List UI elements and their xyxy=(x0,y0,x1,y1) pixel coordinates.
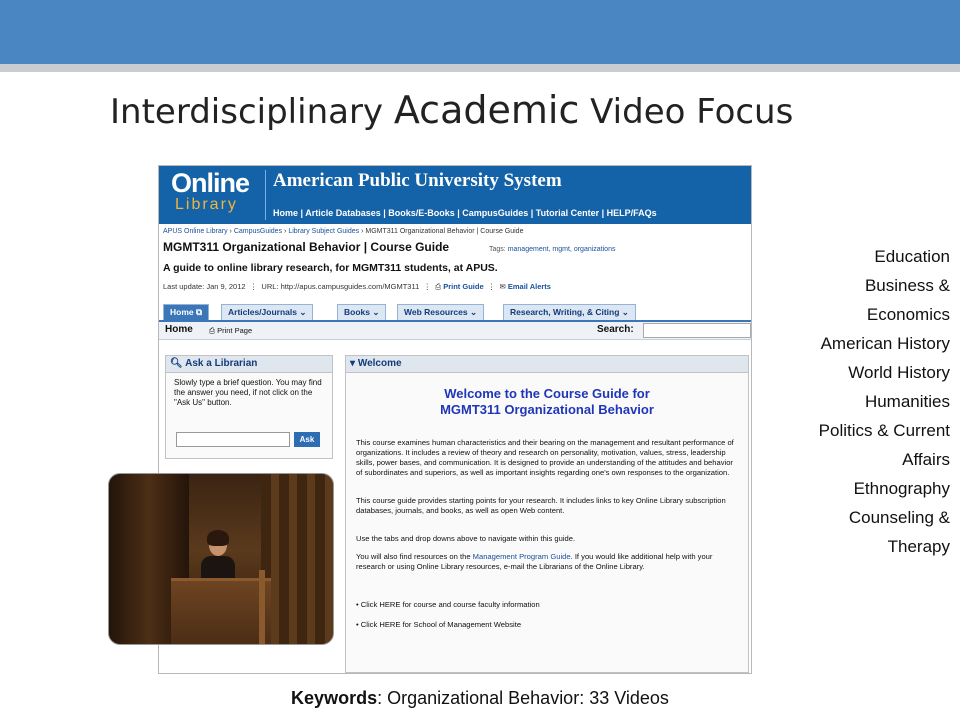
guide-tags: Tags: management, mgmt, organizations xyxy=(489,246,615,253)
tags-label: Tags: xyxy=(489,246,506,253)
guide-meta: Last update: Jan 9, 2012 ⋮ URL: http://a… xyxy=(163,282,551,291)
tab-research-writing-citing[interactable]: Research, Writing, & Citing ⌄ xyxy=(503,304,636,320)
print-page-label: Print Page xyxy=(217,326,253,335)
title-part-2: Academic xyxy=(393,88,580,132)
logo-divider xyxy=(265,170,266,220)
bullet-icon: • xyxy=(356,620,359,629)
welcome-paragraph-1: This course examines human characteristi… xyxy=(356,438,734,477)
speaker-hair xyxy=(207,530,229,546)
video-wood-panels xyxy=(261,474,333,644)
bullet-icon: • xyxy=(356,600,359,609)
tab-label: Books xyxy=(344,307,370,317)
guide-tabs: Home ⧉ Articles/Journals ⌄ Books ⌄ Web R… xyxy=(159,302,751,322)
topic-line: Economics xyxy=(866,305,950,324)
tab-home[interactable]: Home ⧉ xyxy=(163,304,210,320)
keywords-label: Keywords xyxy=(291,688,378,708)
title-part-3: Video Focus xyxy=(579,92,794,132)
topic-line: Education xyxy=(874,247,950,266)
podium-post xyxy=(259,570,265,644)
collapse-icon[interactable]: ▾ xyxy=(350,358,355,369)
tab-label: Articles/Journals xyxy=(228,307,297,317)
topic-line: World History xyxy=(848,363,950,382)
tab-articles-journals[interactable]: Articles/Journals ⌄ xyxy=(221,304,314,320)
ask-librarian-box: 🔍︎ Ask a Librarian Slowly type a brief q… xyxy=(165,355,333,459)
breadcrumb-item[interactable]: CampusGuides xyxy=(234,228,282,235)
site-title: American Public University System xyxy=(273,170,562,191)
logo-online[interactable]: Online xyxy=(171,168,250,199)
guide-url: URL: http://apus.campusguides.com/MGMT31… xyxy=(261,282,420,291)
topic-line: Therapy xyxy=(887,537,950,556)
ask-librarian-heading: 🔍︎ Ask a Librarian xyxy=(166,356,332,373)
topic-line: Politics & Current xyxy=(818,421,950,440)
ask-button[interactable]: Ask xyxy=(294,432,320,447)
keywords-text: : Organizational Behavior: 33 Videos xyxy=(377,688,669,708)
topic-line: American History xyxy=(820,334,950,353)
chevron-down-icon: ⌄ xyxy=(470,307,478,317)
tab-label: Home xyxy=(170,307,194,317)
search-input[interactable] xyxy=(643,323,751,338)
welcome-title-line-1: Welcome to the Course Guide for xyxy=(444,386,650,401)
topic-list: Education Business & Economics American … xyxy=(760,242,950,561)
last-update: Last update: Jan 9, 2012 xyxy=(163,282,246,291)
page-subbar: Home ⎙ Print Page Search: xyxy=(159,322,751,340)
chevron-down-icon: ⌄ xyxy=(299,307,307,317)
welcome-box: ▾ Welcome Welcome to the Course Guide fo… xyxy=(345,355,749,673)
podium xyxy=(171,578,271,644)
tags-links[interactable]: management, mgmt, organizations xyxy=(508,246,616,253)
bullet-1-label: Click HERE for course and course faculty… xyxy=(360,600,540,609)
top-nav-links[interactable]: Home | Article Databases | Books/E-Books… xyxy=(273,208,657,218)
tab-label: Research, Writing, & Citing xyxy=(510,307,620,317)
guide-title: MGMT311 Organizational Behavior | Course… xyxy=(163,240,450,254)
ask-instructions: Slowly type a brief question. You may fi… xyxy=(174,378,322,407)
subbar-home: Home xyxy=(165,324,193,335)
title-part-1: Interdisciplinary xyxy=(110,92,394,132)
top-banner-bar xyxy=(0,0,960,64)
printer-icon: ⎙ xyxy=(435,282,442,291)
topic-line: Business & xyxy=(864,276,950,295)
welcome-paragraph-4: You will also find resources on the Mana… xyxy=(356,552,738,572)
breadcrumb-item[interactable]: Library Subject Guides xyxy=(288,228,359,235)
slide-title: Interdisciplinary Academic Video Focus xyxy=(110,88,793,132)
print-page-link[interactable]: ⎙ Print Page xyxy=(209,326,252,336)
welcome-title-line-2: MGMT311 Organizational Behavior xyxy=(440,402,654,417)
top-banner-divider xyxy=(0,64,960,72)
email-alerts-link[interactable]: Email Alerts xyxy=(508,282,551,291)
welcome-heading: ▾ Welcome xyxy=(346,356,748,373)
tab-label: Web Resources xyxy=(404,307,468,317)
topic-line: Counseling & xyxy=(848,508,950,527)
mail-icon: ✉ xyxy=(499,282,506,291)
para4-text-a: You will also find resources on the xyxy=(356,552,473,561)
welcome-paragraph-2: This course guide provides starting poin… xyxy=(356,496,726,515)
breadcrumb-item[interactable]: APUS Online Library xyxy=(163,228,228,235)
keywords-caption: Keywords: Organizational Behavior: 33 Vi… xyxy=(0,688,960,709)
list-item[interactable]: • Click HERE for School of Management We… xyxy=(356,620,521,629)
printer-icon: ⎙ xyxy=(209,326,215,335)
guide-description: A guide to online library research, for … xyxy=(163,262,498,274)
welcome-title: Welcome to the Course Guide for MGMT311 … xyxy=(346,386,748,418)
search-label: Search: xyxy=(597,324,634,335)
welcome-heading-label: Welcome xyxy=(357,358,402,369)
breadcrumb-current: MGMT311 Organizational Behavior | Course… xyxy=(365,228,524,235)
print-guide-link[interactable]: Print Guide xyxy=(443,282,483,291)
list-item[interactable]: • Click HERE for course and course facul… xyxy=(356,600,540,609)
topic-line: Humanities xyxy=(864,392,950,411)
lecture-video-thumbnail[interactable] xyxy=(108,473,334,645)
tab-books[interactable]: Books ⌄ xyxy=(337,304,387,320)
search-icon: 🔍︎ xyxy=(170,358,183,369)
topic-line: Affairs xyxy=(902,450,950,469)
ask-question-input[interactable] xyxy=(176,432,290,447)
chevron-down-icon: ⌄ xyxy=(372,307,380,317)
management-program-guide-link[interactable]: Management Program Guide xyxy=(473,552,571,561)
breadcrumb: APUS Online Library › CampusGuides › Lib… xyxy=(163,228,524,235)
ask-heading-label: Ask a Librarian xyxy=(185,358,258,369)
tab-web-resources[interactable]: Web Resources ⌄ xyxy=(397,304,485,320)
welcome-paragraph-3: Use the tabs and drop downs above to nav… xyxy=(356,534,576,543)
bullet-2-label: Click HERE for School of Management Webs… xyxy=(360,620,522,629)
logo-library[interactable]: Library xyxy=(175,196,238,214)
chevron-down-icon: ⌄ xyxy=(621,307,629,317)
site-header: Online Library American Public Universit… xyxy=(159,166,751,224)
topic-line: Ethnography xyxy=(853,479,950,498)
tab-edit-icon: ⧉ xyxy=(196,307,203,317)
